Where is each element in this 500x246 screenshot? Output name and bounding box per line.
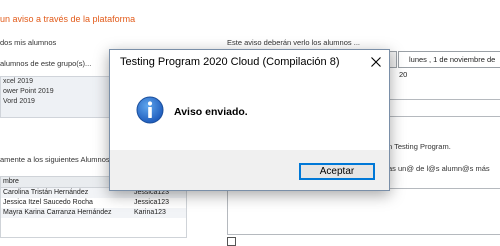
dialog-message: Aviso enviado. bbox=[174, 106, 248, 118]
close-button[interactable] bbox=[363, 50, 389, 74]
visible-students-text: as un@ de l@s alumn@s más bbox=[388, 164, 490, 173]
date-value: lunes , 1 de noviembre de 20 bbox=[399, 55, 496, 79]
visibility-label: Este aviso deberán verlo los alumnos ... bbox=[227, 38, 360, 47]
dialog-title: Testing Program 2020 Cloud (Compilación … bbox=[120, 56, 340, 68]
ok-button[interactable]: Aceptar bbox=[299, 163, 375, 180]
student-user: Karina123 bbox=[134, 209, 166, 216]
background-title: un aviso a través de la plataforma bbox=[0, 14, 136, 24]
testing-program-text: n Testing Program. bbox=[388, 142, 451, 151]
student-name: Mayra Karina Carranza Hernández bbox=[3, 209, 112, 216]
text-input[interactable] bbox=[372, 99, 500, 117]
close-icon bbox=[371, 57, 381, 67]
student-name: Carolina Tristán Hernández bbox=[3, 189, 89, 196]
message-textarea[interactable] bbox=[227, 188, 500, 235]
date-picker[interactable]: lunes , 1 de noviembre de 20 bbox=[398, 51, 500, 79]
dialog-footer: Aceptar bbox=[110, 150, 389, 190]
list-item[interactable]: ower Point 2019 bbox=[1, 87, 111, 97]
info-icon bbox=[136, 96, 164, 124]
student-name: Jessica Itzel Saucedo Rocha bbox=[3, 199, 93, 206]
list-item[interactable]: xcel 2019 bbox=[1, 77, 111, 87]
message-dialog: Testing Program 2020 Cloud (Compilación … bbox=[109, 49, 390, 191]
table-row[interactable]: Mayra Karina Carranza Hernández Karina12… bbox=[1, 208, 186, 218]
student-user: Jessica123 bbox=[134, 199, 170, 206]
groups-list[interactable]: xcel 2019 ower Point 2019 Vord 2019 bbox=[0, 76, 112, 118]
column-header-name: mbre bbox=[3, 178, 19, 185]
list-item[interactable]: Vord 2019 bbox=[1, 97, 111, 107]
option-specific-students[interactable]: amente a los siguientes Alumnos... bbox=[0, 155, 116, 164]
table-row[interactable]: Jessica Itzel Saucedo Rocha Jessica123 bbox=[1, 198, 186, 208]
option-groups[interactable]: alumnos de este grupo(s)... bbox=[0, 59, 91, 68]
dialog-titlebar[interactable]: Testing Program 2020 Cloud (Compilación … bbox=[110, 50, 389, 74]
option-all-students[interactable]: dos mis alumnos bbox=[0, 38, 56, 47]
auto-show-checkbox[interactable] bbox=[227, 237, 236, 246]
dialog-body: Aviso enviado. bbox=[110, 74, 389, 150]
